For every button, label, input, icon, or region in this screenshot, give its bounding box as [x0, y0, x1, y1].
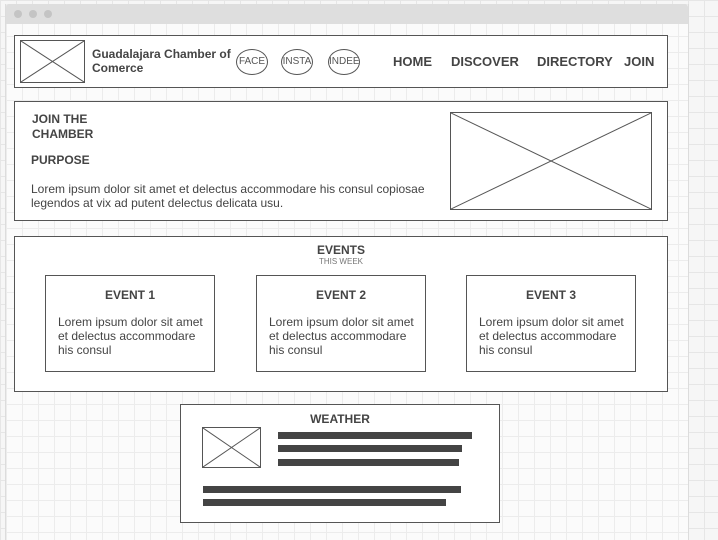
- hero-text: Lorem ipsum dolor sit amet et delectus a…: [31, 182, 425, 210]
- weather-image-placeholder-icon: [202, 427, 261, 468]
- event-text: Lorem ipsum dolor sit amet et delectus a…: [58, 315, 203, 357]
- window-titlebar: [6, 4, 688, 24]
- event-card[interactable]: EVENT 2 Lorem ipsum dolor sit amet et de…: [256, 275, 426, 372]
- weather-widget: WEATHER: [180, 404, 500, 523]
- site-header: Guadalajara Chamber of Comerce FACE INST…: [14, 35, 668, 88]
- facebook-icon[interactable]: FACE: [236, 49, 268, 75]
- weather-title: WEATHER: [310, 412, 370, 426]
- hero-title: JOIN THE CHAMBER: [32, 112, 94, 141]
- event-card[interactable]: EVENT 1 Lorem ipsum dolor sit amet et de…: [45, 275, 215, 372]
- brand-name[interactable]: Guadalajara Chamber of Comerce: [92, 47, 232, 75]
- event-title: EVENT 3: [525, 288, 576, 302]
- weather-text-line: [203, 486, 461, 493]
- weather-text-line: [278, 459, 459, 466]
- weather-text-line: [278, 445, 462, 452]
- instagram-icon[interactable]: INSTA: [281, 49, 313, 75]
- event-card[interactable]: EVENT 3 Lorem ipsum dolor sit amet et de…: [466, 275, 636, 372]
- nav-directory[interactable]: DIRECTORY: [537, 54, 613, 69]
- hero-subtitle: PURPOSE: [31, 153, 90, 167]
- indeed-icon[interactable]: INDEE: [328, 49, 360, 75]
- hero-image-placeholder-icon: [450, 112, 652, 210]
- event-title: EVENT 1: [104, 288, 155, 302]
- window-maximize-dot[interactable]: [44, 10, 52, 18]
- events-section: EVENTS THIS WEEK EVENT 1 Lorem ipsum dol…: [14, 236, 668, 392]
- weather-text-line: [278, 432, 472, 439]
- weather-text-line: [203, 499, 446, 506]
- logo-placeholder-icon[interactable]: [20, 40, 85, 83]
- window-minimize-dot[interactable]: [29, 10, 37, 18]
- event-text: Lorem ipsum dolor sit amet et delectus a…: [479, 315, 624, 357]
- hero-section: JOIN THE CHAMBER PURPOSE Lorem ipsum dol…: [14, 101, 668, 221]
- nav-discover[interactable]: DISCOVER: [451, 54, 519, 69]
- nav-join[interactable]: JOIN: [624, 54, 654, 69]
- nav-home[interactable]: HOME: [393, 54, 432, 69]
- events-subtitle: THIS WEEK: [318, 257, 363, 266]
- event-text: Lorem ipsum dolor sit amet et delectus a…: [269, 315, 414, 357]
- window-close-dot[interactable]: [14, 10, 22, 18]
- events-title: EVENTS: [316, 243, 365, 257]
- event-title: EVENT 2: [315, 288, 366, 302]
